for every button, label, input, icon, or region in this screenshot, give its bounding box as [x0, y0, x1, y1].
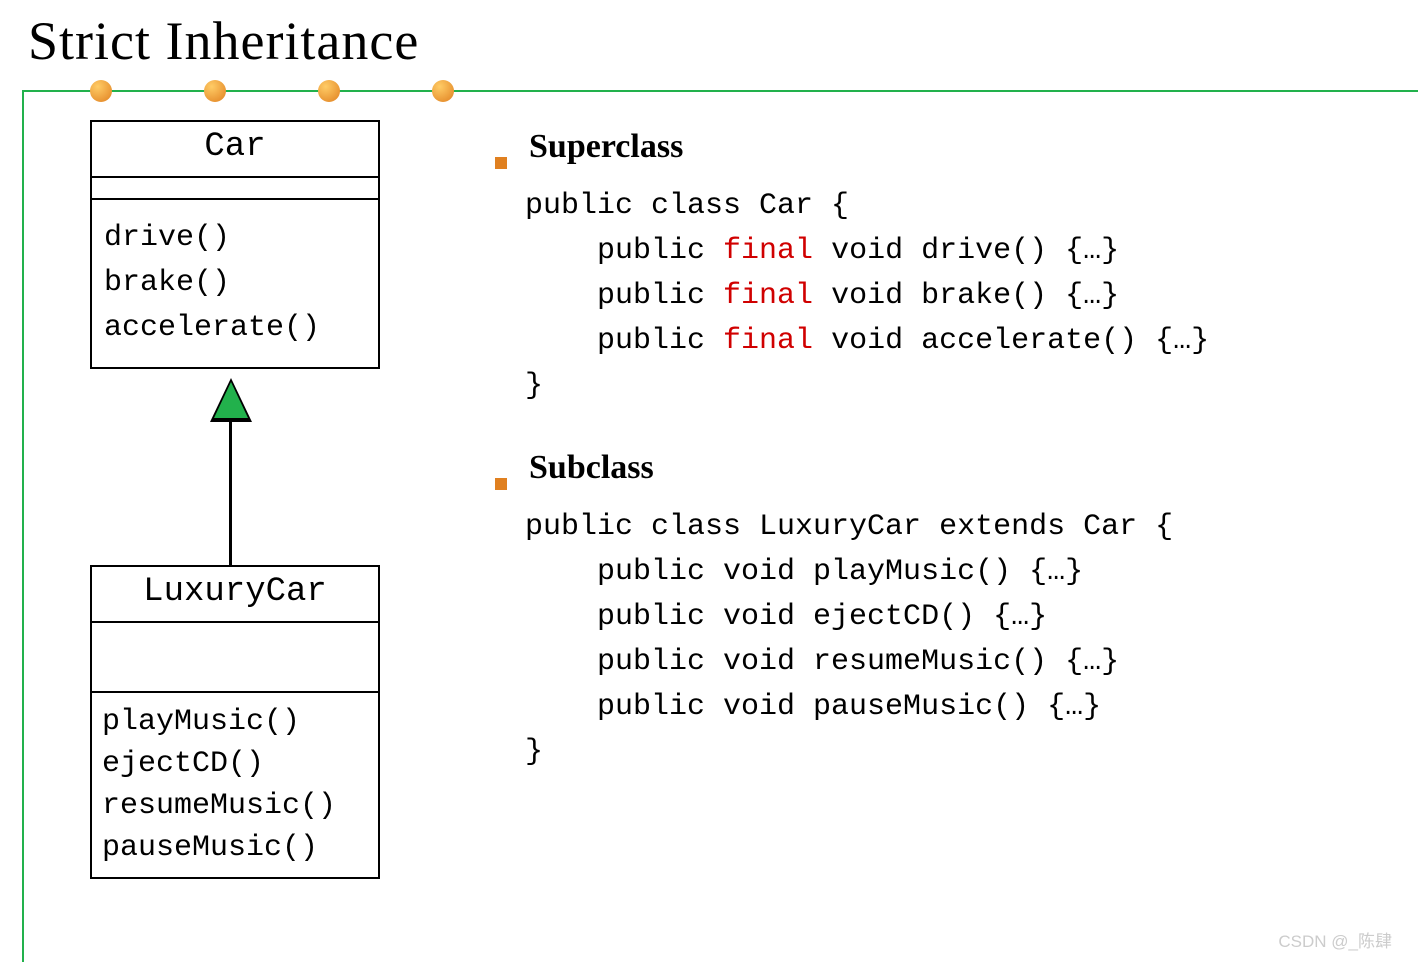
code-text: public	[525, 234, 723, 268]
code-line: }	[525, 369, 543, 403]
code-text: void accelerate() {…}	[813, 324, 1209, 358]
uml-method: playMusic()	[102, 701, 368, 743]
decor-dot-icon	[204, 80, 226, 102]
heading-subclass: Subclass	[529, 449, 654, 487]
uml-class-name: Car	[92, 122, 378, 178]
uml-class-name: LuxuryCar	[92, 567, 378, 623]
uml-method: pauseMusic()	[102, 827, 368, 869]
bullet-square-icon	[495, 478, 507, 490]
bullet-square-icon	[495, 157, 507, 169]
uml-methods: playMusic() ejectCD() resumeMusic() paus…	[92, 693, 378, 877]
inheritance-arrow	[210, 378, 250, 568]
slide-title: Strict Inheritance	[0, 0, 1418, 72]
uml-class-luxurycar: LuxuryCar playMusic() ejectCD() resumeMu…	[90, 565, 380, 879]
code-text: void drive() {…}	[813, 234, 1119, 268]
code-block-superclass: public class Car { public final void dri…	[525, 184, 1388, 409]
keyword-final: final	[723, 234, 813, 268]
uml-method: accelerate()	[104, 306, 366, 351]
decor-dot-icon	[432, 80, 454, 102]
content-area: Superclass public class Car { public fin…	[495, 128, 1388, 815]
code-line: public class LuxuryCar extends Car {	[525, 510, 1173, 544]
code-line: public class Car {	[525, 189, 849, 223]
bullet-superclass: Superclass	[495, 128, 1388, 166]
decor-dot-icon	[90, 80, 112, 102]
code-line: public void resumeMusic() {…}	[525, 645, 1119, 679]
decor-vertical-line	[22, 90, 24, 962]
decor-dot-icon	[318, 80, 340, 102]
code-text: public	[525, 324, 723, 358]
uml-attributes-empty	[92, 623, 378, 693]
uml-method: brake()	[104, 261, 366, 306]
uml-method: ejectCD()	[102, 743, 368, 785]
code-line: }	[525, 735, 543, 769]
uml-method: drive()	[104, 216, 366, 261]
uml-diagram: Car drive() brake() accelerate() LuxuryC…	[90, 120, 390, 920]
code-line: public void playMusic() {…}	[525, 555, 1083, 589]
heading-superclass: Superclass	[529, 128, 683, 166]
code-line: public void pauseMusic() {…}	[525, 690, 1101, 724]
keyword-final: final	[723, 324, 813, 358]
code-text: void brake() {…}	[813, 279, 1119, 313]
code-text: public	[525, 279, 723, 313]
keyword-final: final	[723, 279, 813, 313]
code-block-subclass: public class LuxuryCar extends Car { pub…	[525, 505, 1388, 775]
watermark: CSDN @_陈肆	[1278, 927, 1392, 952]
code-line: public void ejectCD() {…}	[525, 600, 1047, 634]
arrow-line	[229, 418, 232, 568]
bullet-subclass: Subclass	[495, 449, 1388, 487]
decor-horizontal-line	[22, 90, 1418, 92]
uml-class-car: Car drive() brake() accelerate()	[90, 120, 380, 369]
uml-methods: drive() brake() accelerate()	[92, 200, 378, 367]
uml-method: resumeMusic()	[102, 785, 368, 827]
triangle-arrowhead-icon	[210, 378, 252, 422]
uml-attributes-empty	[92, 178, 378, 200]
